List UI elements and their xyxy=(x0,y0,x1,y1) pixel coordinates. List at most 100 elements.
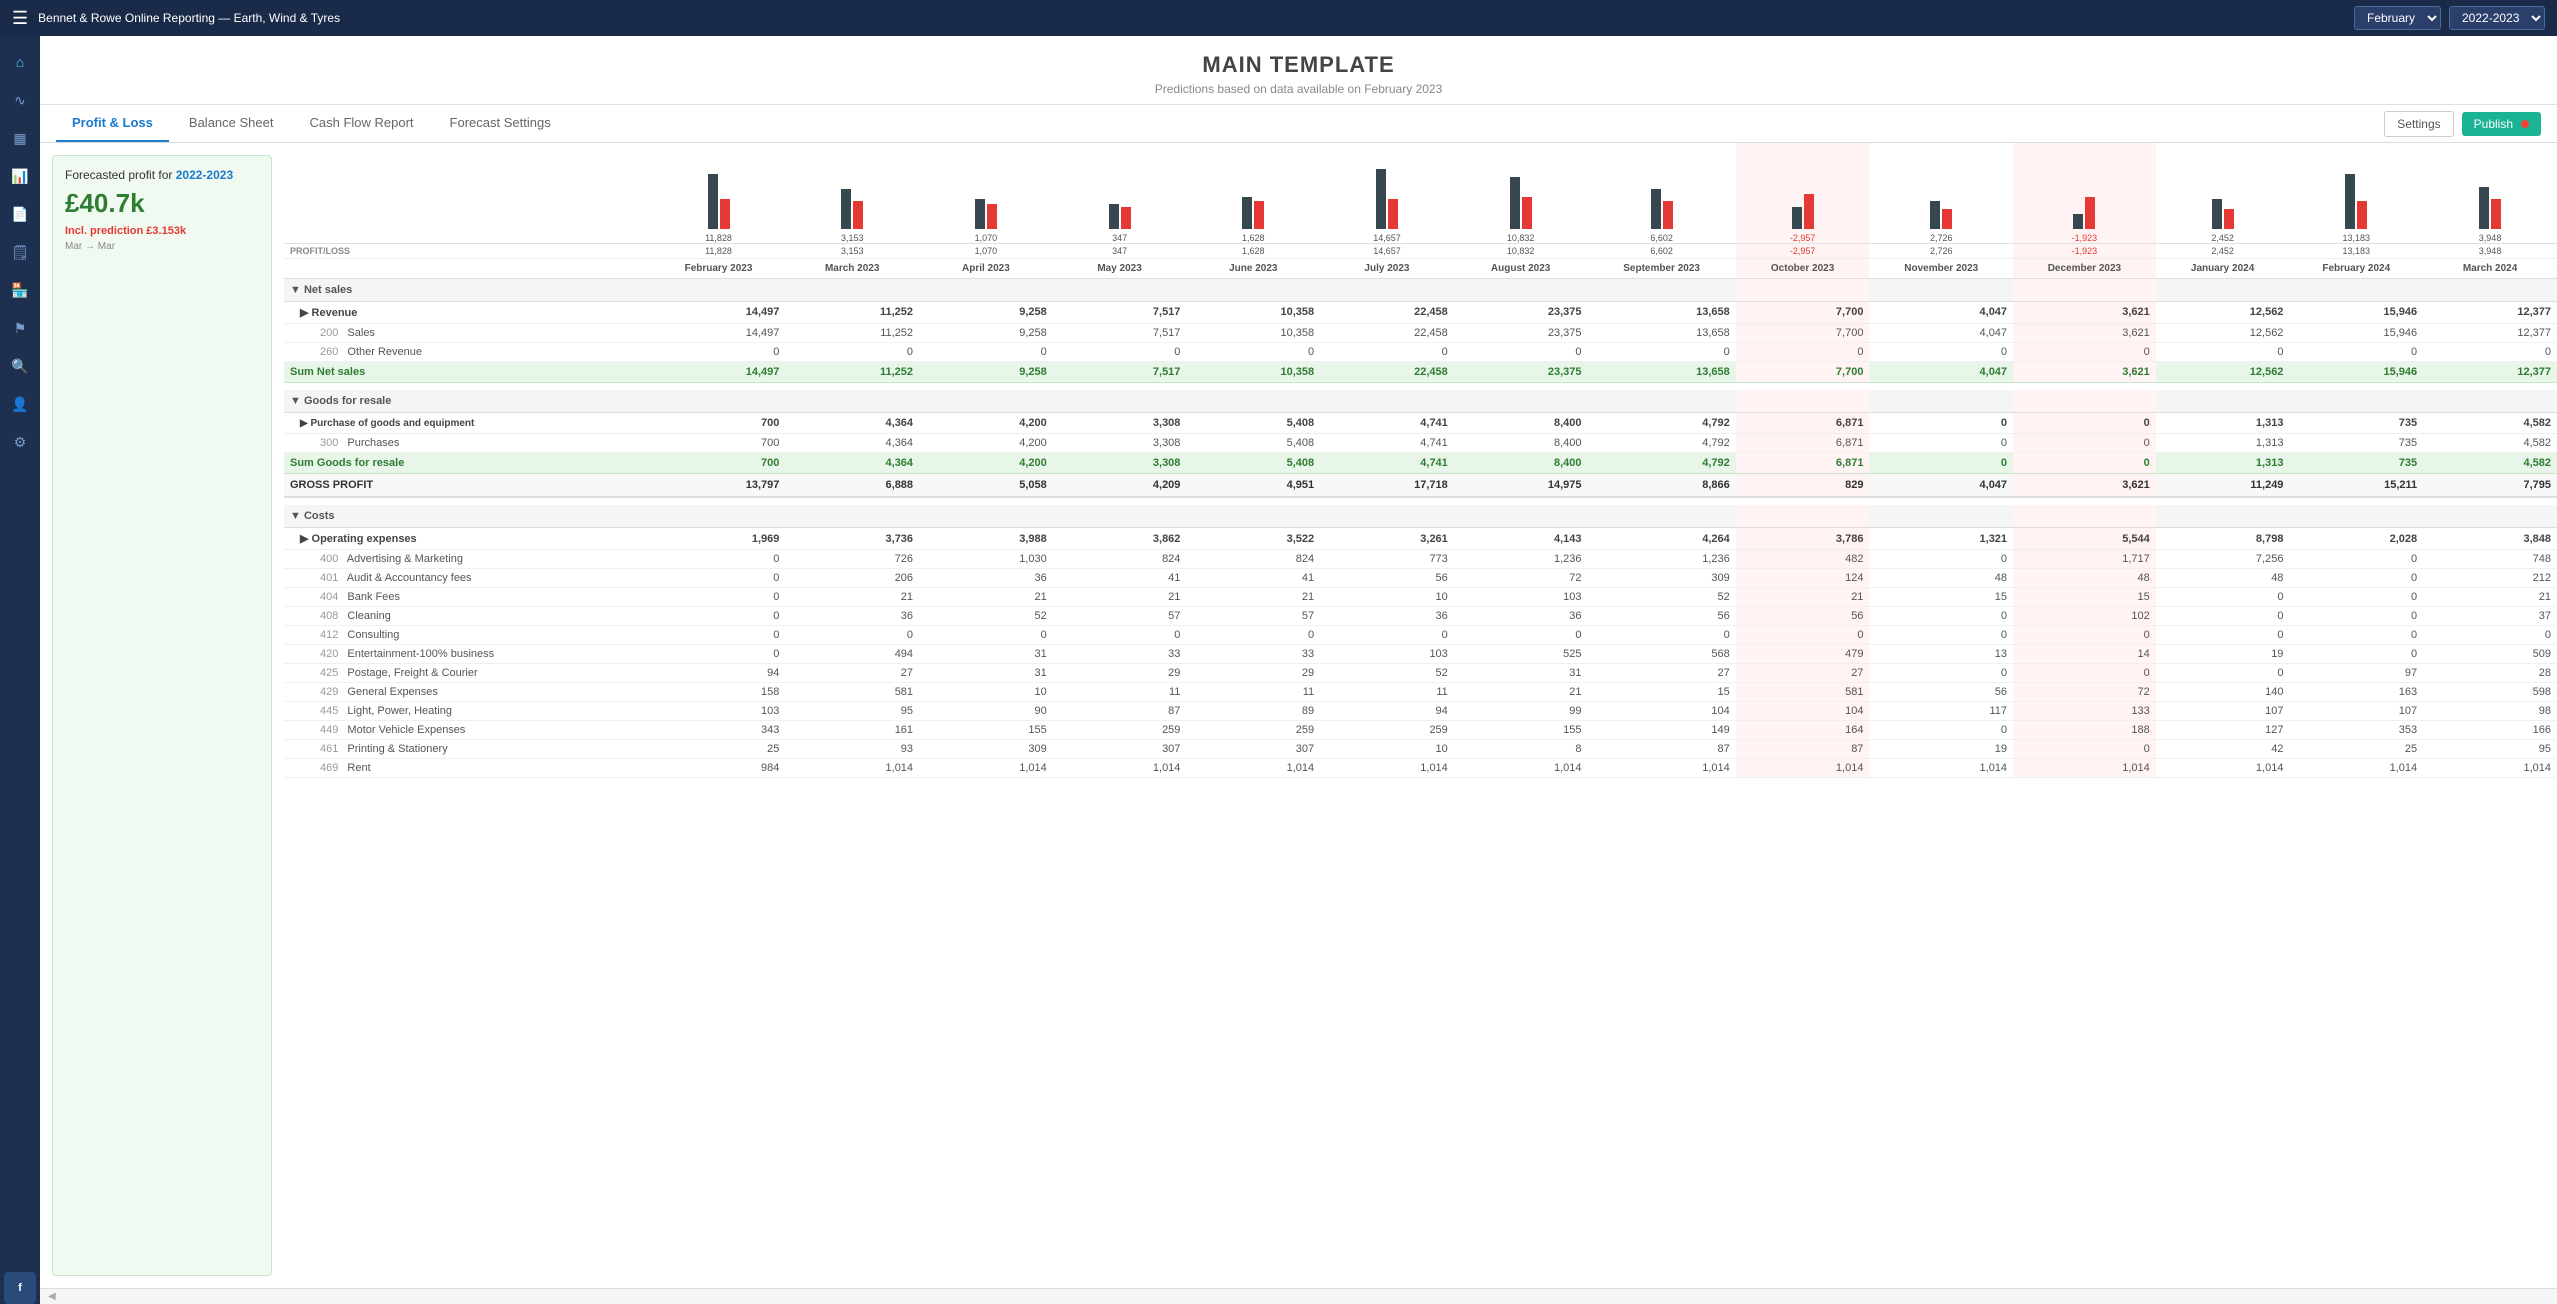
incl-amount: £3.153k xyxy=(146,225,186,237)
sidebar-icon-logo: f xyxy=(4,1272,36,1304)
row-purchases-300: 300 Purchases 7004,3644,2003,3085,408 4,… xyxy=(284,434,2557,453)
main-content: MAIN TEMPLATE Predictions based on data … xyxy=(40,36,2557,1304)
sidebar-icon-settings[interactable]: ⚙ xyxy=(4,426,36,458)
tab-profit-loss[interactable]: Profit & Loss xyxy=(56,105,169,142)
sidebar: ⌂ ∿ ▦ 📊 📄 🗒 🏪 ⚑ 🔍 👤 ⚙ f xyxy=(0,36,40,1304)
sidebar-icon-report[interactable]: 🗒 xyxy=(4,236,36,268)
tabs-bar: Profit & Loss Balance Sheet Cash Flow Re… xyxy=(40,105,2557,143)
sidebar-icon-chart[interactable]: 📊 xyxy=(4,160,36,192)
live-dot xyxy=(2521,120,2529,128)
tab-balance-sheet[interactable]: Balance Sheet xyxy=(173,105,290,142)
spacer-2 xyxy=(284,497,2557,505)
row-printing-461: 461 Printing & Stationery 2593309307307 … xyxy=(284,740,2557,759)
sidebar-icon-search[interactable]: 🔍 xyxy=(4,350,36,382)
page-subtitle: Predictions based on data available on F… xyxy=(40,82,2557,96)
row-advertising-400: 400 Advertising & Marketing 07261,030824… xyxy=(284,550,2557,569)
sidebar-icon-home[interactable]: ⌂ xyxy=(4,46,36,78)
chart-cell-nov23: 2,726 xyxy=(1869,143,2013,243)
chart-cell-dec23: -1,923 xyxy=(2013,143,2156,243)
chart-cell-may23: 347 xyxy=(1053,143,1187,243)
col-header-oct23: October 2023 xyxy=(1736,258,1870,278)
chart-cell-jun23: 1,628 xyxy=(1186,143,1320,243)
col-header-jul23: July 2023 xyxy=(1320,258,1454,278)
forecast-period: Mar → Mar xyxy=(65,241,259,252)
month-selector[interactable]: February January March xyxy=(2354,6,2441,30)
chart-cell-mar23: 3,153 xyxy=(785,143,919,243)
tab-forecast-settings[interactable]: Forecast Settings xyxy=(434,105,567,142)
row-postage-425: 425 Postage, Freight & Courier 942731292… xyxy=(284,664,2557,683)
sidebar-icon-wave[interactable]: ∿ xyxy=(4,84,36,116)
bar-dark-feb23 xyxy=(708,174,718,229)
publish-button[interactable]: Publish xyxy=(2462,112,2541,136)
forecast-year: 2022-2023 xyxy=(176,168,233,182)
col-header-nov23: November 2023 xyxy=(1869,258,2013,278)
chart-value-feb23: 11,828 xyxy=(705,233,732,243)
chart-cell-apr23: 1,070 xyxy=(919,143,1053,243)
costs-header: ▼ Costs xyxy=(284,505,2557,528)
tab-cash-flow[interactable]: Cash Flow Report xyxy=(293,105,429,142)
profit-loss-header: PROFIT/LOSS 11,828 3,153 1,070 347 1,628… xyxy=(284,243,2557,258)
content-area: Forecasted profit for 2022-2023 £40.7k I… xyxy=(40,143,2557,1288)
sidebar-icon-bars[interactable]: ▦ xyxy=(4,122,36,154)
chart-cell-jan24: 2,452 xyxy=(2156,143,2290,243)
chart-cell-oct23: -2,957 xyxy=(1736,143,1870,243)
sum-goods-resale: Sum Goods for resale 7004,3644,2003,3085… xyxy=(284,453,2557,474)
col-header-jan24: January 2024 xyxy=(2156,258,2290,278)
app-title: Bennet & Rowe Online Reporting — Earth, … xyxy=(38,11,340,25)
sidebar-icon-flag[interactable]: ⚑ xyxy=(4,312,36,344)
bar-red-mar23 xyxy=(853,201,863,229)
col-header-dec23: December 2023 xyxy=(2013,258,2156,278)
row-motor-449: 449 Motor Vehicle Expenses 3431611552592… xyxy=(284,721,2557,740)
row-cleaning-408: 408 Cleaning 036525757 363656 56 0 102 0… xyxy=(284,607,2557,626)
chart-cell-sep23: 6,602 xyxy=(1587,143,1735,243)
purchase-group-header: ▶ Purchase of goods and equipment 700 4,… xyxy=(284,413,2557,434)
col-header-feb23: February 2023 xyxy=(652,258,786,278)
goods-resale-header: ▼ Goods for resale xyxy=(284,390,2557,413)
sidebar-icon-user[interactable]: 👤 xyxy=(4,388,36,420)
col-header-mar24: March 2024 xyxy=(2423,258,2557,278)
chart-cell-jul23: 14,657 xyxy=(1320,143,1454,243)
gross-profit-row: GROSS PROFIT 13,7976,8885,0584,2094,951 … xyxy=(284,474,2557,498)
pl-label: PROFIT/LOSS xyxy=(284,243,652,258)
row-general-429: 429 General Expenses 158581101111 112115… xyxy=(284,683,2557,702)
top-bar: ☰ Bennet & Rowe Online Reporting — Earth… xyxy=(0,0,2557,36)
col-header-feb24: February 2024 xyxy=(2289,258,2423,278)
row-light-445: 445 Light, Power, Heating 10395908789 94… xyxy=(284,702,2557,721)
table-wrapper[interactable]: 11,828 3,153 xyxy=(284,143,2557,1288)
col-header-sep23: September 2023 xyxy=(1587,258,1735,278)
operating-expenses-header: ▶ Operating expenses 1,969 3,736 3,988 3… xyxy=(284,528,2557,550)
chart-cell-feb23: 11,828 xyxy=(652,143,786,243)
row-other-revenue-260: 260 Other Revenue 00000 000 0 0 0 000 xyxy=(284,342,2557,361)
page-header: MAIN TEMPLATE Predictions based on data … xyxy=(40,36,2557,105)
menu-icon[interactable]: ☰ xyxy=(12,8,28,29)
col-header-apr23: April 2023 xyxy=(919,258,1053,278)
row-consulting-412: 412 Consulting 00000 000 0 0 0 000 xyxy=(284,626,2557,645)
net-sales-header: ▼ Net sales xyxy=(284,278,2557,301)
sum-net-sales: Sum Net sales 14,49711,2529,2587,51710,3… xyxy=(284,361,2557,382)
sidebar-icon-store[interactable]: 🏪 xyxy=(4,274,36,306)
column-headers: February 2023 March 2023 April 2023 May … xyxy=(284,258,2557,278)
chart-cell-aug23: 10,832 xyxy=(1454,143,1588,243)
bottom-bar: ◀ xyxy=(40,1288,2557,1304)
settings-button[interactable]: Settings xyxy=(2384,111,2453,137)
year-selector[interactable]: 2022-2023 2023-2024 xyxy=(2449,6,2545,30)
bar-dark-mar23 xyxy=(841,189,851,229)
forecast-incl: Incl. prediction £3.153k xyxy=(65,225,259,237)
row-audit-401: 401 Audit & Accountancy fees 0206364141 … xyxy=(284,569,2557,588)
col-header-jun23: June 2023 xyxy=(1186,258,1320,278)
bar-red-feb23 xyxy=(720,199,730,229)
page-title: MAIN TEMPLATE xyxy=(40,52,2557,78)
forecast-amount: £40.7k xyxy=(65,188,259,219)
chart-cell-feb24: 13,183 xyxy=(2289,143,2423,243)
sidebar-icon-doc[interactable]: 📄 xyxy=(4,198,36,230)
col-header-mar23: March 2023 xyxy=(785,258,919,278)
bottom-status: ◀ xyxy=(48,1291,56,1302)
empty-header xyxy=(284,258,652,278)
main-table: 11,828 3,153 xyxy=(284,143,2557,778)
row-sales-200: 200 Sales 14,49711,2529,2587,51710,358 2… xyxy=(284,323,2557,342)
col-header-aug23: August 2023 xyxy=(1454,258,1588,278)
forecast-label: Forecasted profit for 2022-2023 xyxy=(65,168,259,182)
row-entertainment-420: 420 Entertainment-100% business 04943133… xyxy=(284,645,2557,664)
chart-value-mar23: 3,153 xyxy=(841,233,864,243)
row-bank-404: 404 Bank Fees 021212121 1010352 21 15 15… xyxy=(284,588,2557,607)
